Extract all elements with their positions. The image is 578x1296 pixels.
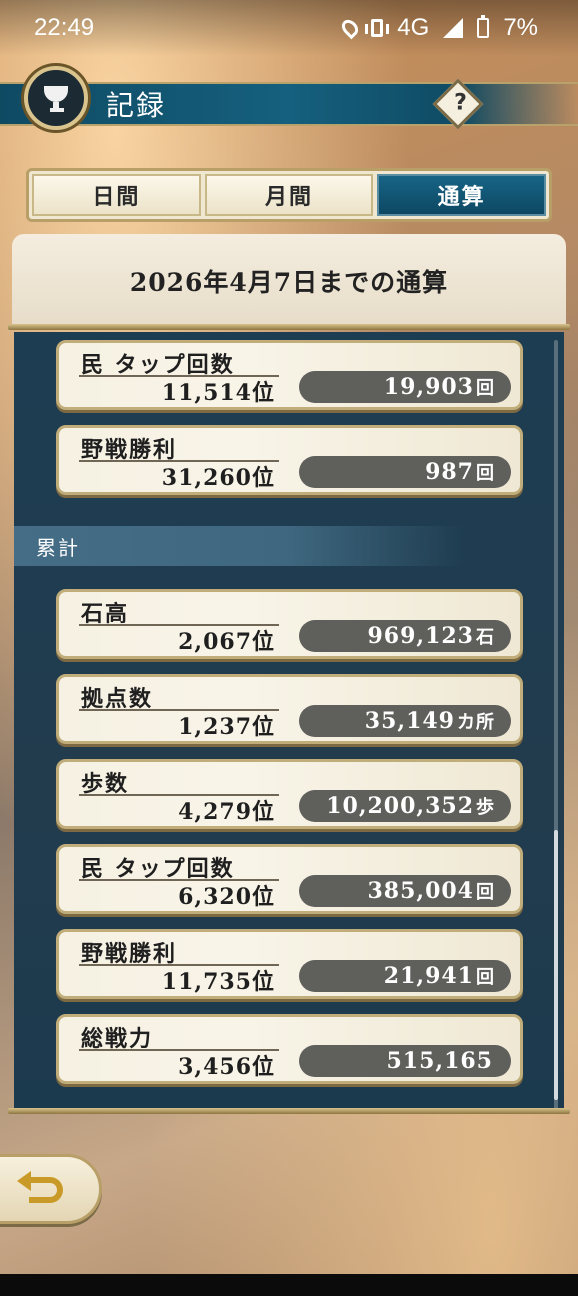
back-button[interactable] <box>0 1154 102 1224</box>
back-arrow-icon <box>17 1171 63 1203</box>
record-rank: 1,237位 <box>178 714 275 740</box>
vibrate-icon <box>365 19 390 37</box>
record-unit: 回 <box>476 463 495 484</box>
record-value: 35,149 <box>364 708 455 734</box>
panel-heading: 2026年4月7日までの通算 <box>12 234 566 328</box>
system-nav-bar <box>0 1274 578 1296</box>
location-icon <box>338 16 362 40</box>
tab-total[interactable]: 通算 <box>377 174 547 216</box>
record-card: 歩数 4,279位 10,200,352 歩 <box>56 759 523 829</box>
signal-icon <box>443 18 464 38</box>
record-card: 野戦勝利 31,260位 987 回 <box>56 425 523 495</box>
record-rank: 2,067位 <box>178 629 275 655</box>
record-value: 21,941 <box>383 963 474 989</box>
status-icons: 4G 7% <box>338 14 538 42</box>
record-unit: 回 <box>476 882 495 903</box>
record-rank: 6,320位 <box>178 884 275 910</box>
tab-monthly[interactable]: 月間 <box>204 174 374 216</box>
record-value: 969,123 <box>367 623 474 649</box>
scrollbar-thumb[interactable] <box>554 830 558 1100</box>
page-title: 記録 <box>106 89 167 122</box>
record-unit: 石 <box>476 627 495 648</box>
record-card: 民 タップ回数 6,320位 385,004 回 <box>56 844 523 914</box>
record-rank: 3,456位 <box>178 1054 275 1080</box>
record-card: 野戦勝利 11,735位 21,941 回 <box>56 929 523 999</box>
battery-level: 7% <box>503 14 538 41</box>
record-value: 515,165 <box>386 1048 493 1074</box>
record-value-box: 10,200,352 歩 <box>299 790 511 822</box>
section-header-cumulative: 累計 <box>14 526 464 566</box>
panel-footer-divider <box>8 1108 570 1114</box>
record-value-box: 987 回 <box>299 456 511 488</box>
status-time: 22:49 <box>34 14 95 41</box>
record-rank: 11,735位 <box>161 969 275 995</box>
battery-icon <box>477 15 490 38</box>
record-card: 総戦力 3,456位 515,165 <box>56 1014 523 1084</box>
record-value-box: 969,123 石 <box>299 620 511 652</box>
record-unit: カ所 <box>457 712 495 733</box>
help-icon: ? <box>454 90 467 116</box>
record-rank: 11,514位 <box>161 380 275 406</box>
record-value: 10,200,352 <box>326 793 474 819</box>
record-rank: 4,279位 <box>178 799 275 825</box>
record-value-box: 21,941 回 <box>299 960 511 992</box>
tab-daily[interactable]: 日間 <box>32 174 201 216</box>
record-value-box: 19,903 回 <box>299 371 511 403</box>
record-value-box: 385,004 回 <box>299 875 511 907</box>
record-value: 385,004 <box>367 878 474 904</box>
record-card: 拠点数 1,237位 35,149 カ所 <box>56 674 523 744</box>
record-unit: 回 <box>476 967 495 988</box>
status-bar: 22:49 4G 7% <box>0 0 578 56</box>
panel-divider <box>8 324 570 330</box>
record-value: 987 <box>425 459 474 485</box>
record-card: 民 タップ回数 11,514位 19,903 回 <box>56 340 523 410</box>
network-type: 4G <box>397 14 430 41</box>
record-rank: 31,260位 <box>161 465 275 491</box>
trophy-icon <box>24 66 88 130</box>
record-value-box: 515,165 <box>299 1045 511 1077</box>
record-value: 19,903 <box>383 374 474 400</box>
record-value-box: 35,149 カ所 <box>299 705 511 737</box>
record-unit: 歩 <box>476 797 495 818</box>
period-tabs: 日間 月間 通算 <box>26 168 552 222</box>
record-card: 石高 2,067位 969,123 石 <box>56 589 523 659</box>
record-unit: 回 <box>476 378 495 399</box>
